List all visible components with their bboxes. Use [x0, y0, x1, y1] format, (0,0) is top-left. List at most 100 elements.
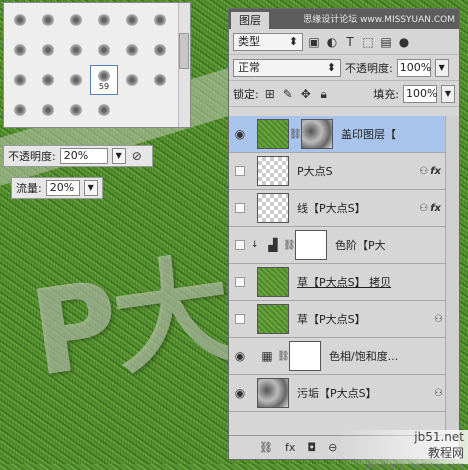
brush-preset[interactable]	[6, 5, 34, 35]
opacity-label: 不透明度:	[345, 61, 393, 75]
brush-preset[interactable]	[146, 5, 174, 35]
brush-preset[interactable]	[90, 95, 118, 125]
layer-name[interactable]: 草【P大点S】	[289, 311, 434, 327]
blend-mode-value: 正常	[238, 60, 260, 74]
opacity-input[interactable]: 20%	[59, 148, 108, 164]
visibility-eye-icon[interactable]: ◉	[229, 386, 251, 400]
hue-saturation-icon: ▦	[261, 349, 273, 363]
visibility-toggle[interactable]	[235, 314, 245, 324]
layer-row[interactable]: ↓ ▟ ⛓ 色阶【P大	[229, 227, 445, 264]
chevron-icon: ⬍	[326, 60, 336, 74]
chain-link-icon[interactable]: ⛓	[283, 240, 296, 251]
layer-row[interactable]: ◉ 污垢【P大点S】 ⚇	[229, 375, 445, 412]
fill-dropdown-button[interactable]: ▼	[441, 84, 455, 103]
scroll-thumb[interactable]	[179, 33, 189, 69]
layer-mask-thumbnail[interactable]	[301, 119, 333, 149]
filter-row: 类型 ⬍ ▣ ◐ T ⬚ ▤ ●	[229, 29, 459, 55]
brush-preset[interactable]	[62, 95, 90, 125]
layer-row[interactable]: 草【P大点S】 拷贝	[229, 264, 445, 301]
brush-preset[interactable]	[118, 5, 146, 35]
filter-kind-select[interactable]: 类型 ⬍	[233, 32, 303, 51]
layer-name[interactable]: 色阶【P大	[327, 237, 445, 253]
brush-preset[interactable]	[34, 35, 62, 65]
pixel-filter-icon[interactable]: ▣	[307, 35, 321, 49]
brush-preset[interactable]	[6, 35, 34, 65]
lock-transparent-icon[interactable]: ⊞	[263, 87, 277, 101]
corner-watermark: jb51.net 教程网 jiaocheng.chazidian.com	[338, 430, 468, 470]
visibility-toggle[interactable]	[235, 166, 245, 176]
layer-thumbnail	[257, 378, 289, 408]
brush-preset[interactable]	[90, 5, 118, 35]
smart-object-filter-icon[interactable]: ▤	[379, 35, 393, 49]
layer-name[interactable]: 盖印图层【	[333, 126, 445, 142]
layer-thumbnail	[257, 267, 289, 297]
layer-name[interactable]: 线【P大点S】	[289, 200, 419, 216]
brush-preset[interactable]	[146, 65, 174, 95]
fx-icon[interactable]: fx	[430, 166, 445, 177]
brush-preset-selected[interactable]: 59	[90, 65, 118, 95]
brush-preset[interactable]	[34, 5, 62, 35]
opacity-dropdown-button[interactable]: ▼	[434, 58, 449, 77]
filter-toggle-icon[interactable]: ●	[397, 35, 411, 49]
style-icon: ⚇	[419, 165, 429, 177]
add-style-fx-icon[interactable]: fx	[285, 441, 295, 454]
layer-mask-thumbnail[interactable]	[289, 341, 321, 371]
brush-preset[interactable]	[6, 65, 34, 95]
adjustment-filter-icon[interactable]: ◐	[325, 35, 339, 49]
shape-filter-icon[interactable]: ⬚	[361, 35, 375, 49]
layer-list-scrollbar[interactable]	[445, 116, 459, 432]
panel-tab-bar: 图层 思缘设计论坛 www.MISSYUAN.COM	[229, 9, 459, 29]
visibility-toggle[interactable]	[235, 240, 245, 250]
layer-row[interactable]: 草【P大点S】 ⚇	[229, 301, 445, 338]
brush-preset[interactable]	[146, 35, 174, 65]
layer-row[interactable]: ◉ ⛓ 盖印图层【	[229, 116, 445, 153]
brush-preset-picker[interactable]: 59	[3, 2, 191, 128]
layer-opacity-input[interactable]: 100%	[396, 58, 431, 77]
visibility-eye-icon[interactable]: ◉	[229, 127, 251, 141]
flow-dropdown-button[interactable]: ▼	[83, 180, 98, 196]
layer-row[interactable]: 线【P大点S】 ⚇ fx	[229, 190, 445, 227]
blend-mode-select[interactable]: 正常 ⬍	[233, 58, 341, 77]
lock-all-icon[interactable]: 🔒︎	[317, 87, 331, 101]
brush-preset[interactable]	[62, 65, 90, 95]
layer-name[interactable]: 色相/饱和度...	[321, 348, 445, 364]
watermark-url: jiaocheng.chazidian.com	[364, 461, 464, 470]
brush-preset[interactable]	[90, 35, 118, 65]
chain-link-icon[interactable]: ⛓	[277, 351, 290, 362]
brush-preset[interactable]	[62, 5, 90, 35]
fill-input[interactable]: 100%	[403, 84, 437, 103]
brush-preset[interactable]	[34, 95, 62, 125]
layer-name[interactable]: 污垢【P大点S】	[289, 385, 434, 401]
filter-kind-value: 类型	[238, 34, 260, 48]
new-adjustment-icon[interactable]: ⊖	[328, 441, 337, 454]
brush-preset[interactable]	[6, 95, 34, 125]
lock-position-icon[interactable]: ✥	[299, 87, 313, 101]
brush-grid[interactable]: 59	[6, 5, 178, 125]
layer-name[interactable]: 草【P大点S】 拷贝	[289, 274, 445, 290]
layer-row[interactable]: ◉ ▦ ⛓ 色相/饱和度...	[229, 338, 445, 375]
type-filter-icon[interactable]: T	[343, 35, 357, 49]
brush-preset[interactable]	[118, 65, 146, 95]
airbrush-pressure-icon[interactable]: ⊘	[130, 149, 144, 163]
lock-pixels-icon[interactable]: ✎	[281, 87, 295, 101]
brush-scrollbar[interactable]	[178, 3, 190, 127]
chain-link-icon[interactable]: ⛓	[289, 129, 302, 140]
brush-preset[interactable]	[34, 65, 62, 95]
brush-preset[interactable]	[118, 35, 146, 65]
visibility-toggle[interactable]	[235, 203, 245, 213]
brush-preset[interactable]	[62, 35, 90, 65]
link-layers-icon[interactable]: ⛓	[259, 441, 273, 454]
visibility-eye-icon[interactable]: ◉	[229, 349, 251, 363]
layer-row[interactable]: P大点S ⚇ fx	[229, 153, 445, 190]
visibility-toggle[interactable]	[235, 277, 245, 287]
layer-mask-thumbnail[interactable]	[295, 230, 327, 260]
layer-name[interactable]: P大点S	[289, 163, 419, 179]
tab-layers[interactable]: 图层	[231, 12, 269, 29]
opacity-dropdown-button[interactable]: ▼	[111, 148, 126, 164]
add-mask-icon[interactable]: ◘	[307, 441, 316, 454]
flow-input[interactable]: 20%	[45, 180, 80, 196]
style-icon: ⚇	[419, 202, 429, 214]
flow-label: 流量:	[16, 182, 42, 195]
watermark-text: 教程网	[427, 446, 464, 460]
fx-icon[interactable]: fx	[430, 203, 445, 214]
